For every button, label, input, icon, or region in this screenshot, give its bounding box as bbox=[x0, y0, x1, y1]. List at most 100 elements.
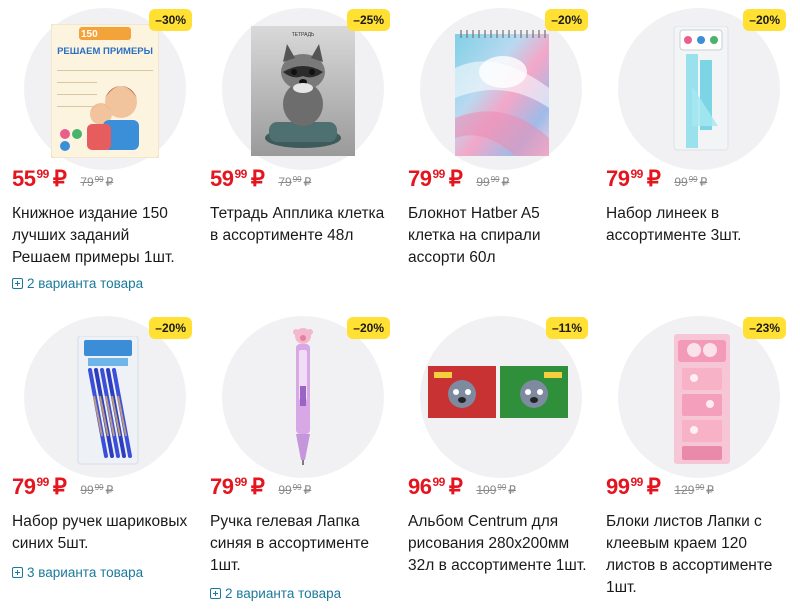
price-kopecks: 99 bbox=[432, 475, 445, 489]
price-row: 79 99 ₽ 99 99 ₽ bbox=[408, 166, 509, 192]
price-integer: 59 bbox=[210, 166, 234, 191]
price-kopecks: 99 bbox=[36, 475, 49, 489]
product-image[interactable]: –23% bbox=[606, 314, 786, 478]
old-price-integer: 99 bbox=[476, 175, 490, 189]
notebook-cover-label: ТЕТРАДЬ bbox=[292, 32, 315, 38]
current-price: 96 99 ₽ bbox=[408, 474, 463, 500]
currency: ₽ bbox=[448, 166, 463, 191]
old-price: 99 99 ₽ bbox=[278, 483, 311, 497]
old-currency: ₽ bbox=[706, 483, 714, 497]
drawing-album-icon bbox=[428, 366, 568, 418]
product-title[interactable]: Блокнот Hatber A5 клетка на спирали ассо… bbox=[408, 203, 588, 269]
price-integer: 79 bbox=[606, 166, 630, 191]
currency: ₽ bbox=[448, 474, 463, 499]
discount-badge: –20% bbox=[743, 9, 786, 31]
price-integer: 55 bbox=[12, 166, 36, 191]
old-price: 129 99 ₽ bbox=[674, 483, 714, 497]
product-card[interactable]: 150 РЕШАЕМ ПРИМЕРЫ –30% 55 99 ₽ 79 99 ₽ … bbox=[0, 0, 198, 308]
product-image[interactable]: –20% bbox=[210, 314, 390, 478]
discount-badge: –30% bbox=[149, 9, 192, 31]
product-title[interactable]: Тетрадь Апплика клетка в ассортименте 48… bbox=[210, 203, 390, 247]
discount-badge: –11% bbox=[545, 317, 588, 339]
old-price-integer: 129 bbox=[674, 483, 695, 497]
current-price: 79 99 ₽ bbox=[606, 166, 661, 192]
currency: ₽ bbox=[52, 166, 67, 191]
old-price: 79 99 ₽ bbox=[278, 175, 311, 189]
price-row: 59 99 ₽ 79 99 ₽ bbox=[210, 166, 311, 192]
plus-square-icon bbox=[12, 567, 23, 578]
product-card[interactable]: –20% 79 99 ₽ 99 99 ₽ Набор ручек шариковых с… bbox=[0, 308, 198, 614]
price-row: 79 99 ₽ 99 99 ₽ bbox=[12, 474, 113, 500]
discount-badge: –20% bbox=[347, 317, 390, 339]
old-price-integer: 99 bbox=[278, 483, 292, 497]
old-price-kopecks: 99 bbox=[292, 483, 302, 492]
book-cover-number: 150 bbox=[81, 29, 98, 40]
current-price: 55 99 ₽ bbox=[12, 166, 67, 192]
product-card[interactable]: ТЕТРАДЬ –25% 59 99 ₽ 79 99 ₽ Тетрадь Апп… bbox=[198, 0, 396, 308]
product-card[interactable]: –20% 79 99 ₽ 99 99 ₽ Набор линеек в ассортим… bbox=[594, 0, 792, 308]
variants-label: 3 варианта товара bbox=[27, 565, 144, 580]
old-price: 99 99 ₽ bbox=[476, 175, 509, 189]
currency: ₽ bbox=[52, 474, 67, 499]
old-price-integer: 99 bbox=[674, 175, 688, 189]
book-cover-heading: РЕШАЕМ ПРИМЕРЫ bbox=[57, 46, 153, 57]
book-icon: 150 РЕШАЕМ ПРИМЕРЫ bbox=[51, 24, 159, 158]
ruler-set-icon bbox=[673, 26, 729, 151]
variants-link[interactable]: 3 варианта товара bbox=[12, 565, 143, 580]
price-kopecks: 99 bbox=[630, 475, 643, 489]
current-price: 79 99 ₽ bbox=[408, 166, 463, 192]
currency: ₽ bbox=[250, 474, 265, 499]
gel-pen-icon bbox=[293, 328, 313, 465]
product-title[interactable]: Блоки листов Лапки с клеевым краем 120 л… bbox=[606, 511, 786, 599]
discount-badge: –23% bbox=[743, 317, 786, 339]
old-price-kopecks: 99 bbox=[497, 483, 507, 492]
product-card[interactable]: –20% 79 99 ₽ 99 99 ₽ Ручка гелевая Лапка син… bbox=[198, 308, 396, 614]
old-price: 79 99 ₽ bbox=[80, 175, 113, 189]
variants-link[interactable]: 2 варианта товара bbox=[12, 276, 143, 291]
currency: ₽ bbox=[646, 166, 661, 191]
product-image[interactable]: –20% bbox=[606, 6, 786, 170]
old-price-integer: 109 bbox=[476, 483, 497, 497]
old-currency: ₽ bbox=[303, 483, 312, 497]
price-row: 55 99 ₽ 79 99 ₽ bbox=[12, 166, 113, 192]
current-price: 59 99 ₽ bbox=[210, 166, 265, 192]
old-price-kopecks: 99 bbox=[688, 175, 698, 184]
price-row: 79 99 ₽ 99 99 ₽ bbox=[606, 166, 707, 192]
variants-link[interactable]: 2 варианта товара bbox=[210, 586, 341, 601]
old-currency: ₽ bbox=[303, 175, 312, 189]
product-card[interactable]: –11% 96 99 ₽ 109 99 ₽ Альбом Centrum для рис… bbox=[396, 308, 594, 614]
product-image[interactable]: –20% bbox=[408, 6, 588, 170]
product-image[interactable]: ТЕТРАДЬ –25% bbox=[210, 6, 390, 170]
old-price-integer: 79 bbox=[278, 175, 292, 189]
product-title[interactable]: Книжное издание 150 лучших заданий Решае… bbox=[12, 203, 192, 269]
old-price-kopecks: 99 bbox=[292, 175, 302, 184]
product-image[interactable]: –20% bbox=[12, 314, 192, 478]
old-price-integer: 99 bbox=[80, 483, 94, 497]
old-currency: ₽ bbox=[105, 483, 114, 497]
product-image[interactable]: –11% bbox=[408, 314, 588, 478]
discount-badge: –25% bbox=[347, 9, 390, 31]
price-row: 99 99 ₽ 129 99 ₽ bbox=[606, 474, 714, 500]
product-card[interactable]: –20% 79 99 ₽ 99 99 ₽ Блокнот Hatber A5 клетк… bbox=[396, 0, 594, 308]
notebook-icon: ТЕТРАДЬ bbox=[251, 26, 355, 156]
product-image[interactable]: 150 РЕШАЕМ ПРИМЕРЫ –30% bbox=[12, 6, 192, 170]
product-title[interactable]: Ручка гелевая Лапка синяя в ассортименте… bbox=[210, 511, 390, 577]
product-title[interactable]: Набор ручек шариковых синих 5шт. bbox=[12, 511, 192, 555]
old-price-integer: 79 bbox=[80, 175, 94, 189]
product-title[interactable]: Набор линеек в ассортименте 3шт. bbox=[606, 203, 786, 247]
old-price-kopecks: 99 bbox=[695, 483, 705, 492]
price-row: 96 99 ₽ 109 99 ₽ bbox=[408, 474, 516, 500]
old-price-kopecks: 99 bbox=[490, 175, 500, 184]
currency: ₽ bbox=[646, 474, 661, 499]
old-price: 109 99 ₽ bbox=[476, 483, 516, 497]
price-kopecks: 99 bbox=[630, 167, 643, 181]
product-title[interactable]: Альбом Centrum для рисования 280x200мм 3… bbox=[408, 511, 588, 577]
current-price: 99 99 ₽ bbox=[606, 474, 661, 500]
price-kopecks: 99 bbox=[432, 167, 445, 181]
product-card[interactable]: –23% 99 99 ₽ 129 99 ₽ Блоки листов Лапки с к… bbox=[594, 308, 792, 614]
price-integer: 79 bbox=[408, 166, 432, 191]
price-row: 79 99 ₽ 99 99 ₽ bbox=[210, 474, 311, 500]
old-price-kopecks: 99 bbox=[94, 483, 104, 492]
variants-label: 2 варианта товара bbox=[27, 276, 144, 291]
discount-badge: –20% bbox=[149, 317, 192, 339]
